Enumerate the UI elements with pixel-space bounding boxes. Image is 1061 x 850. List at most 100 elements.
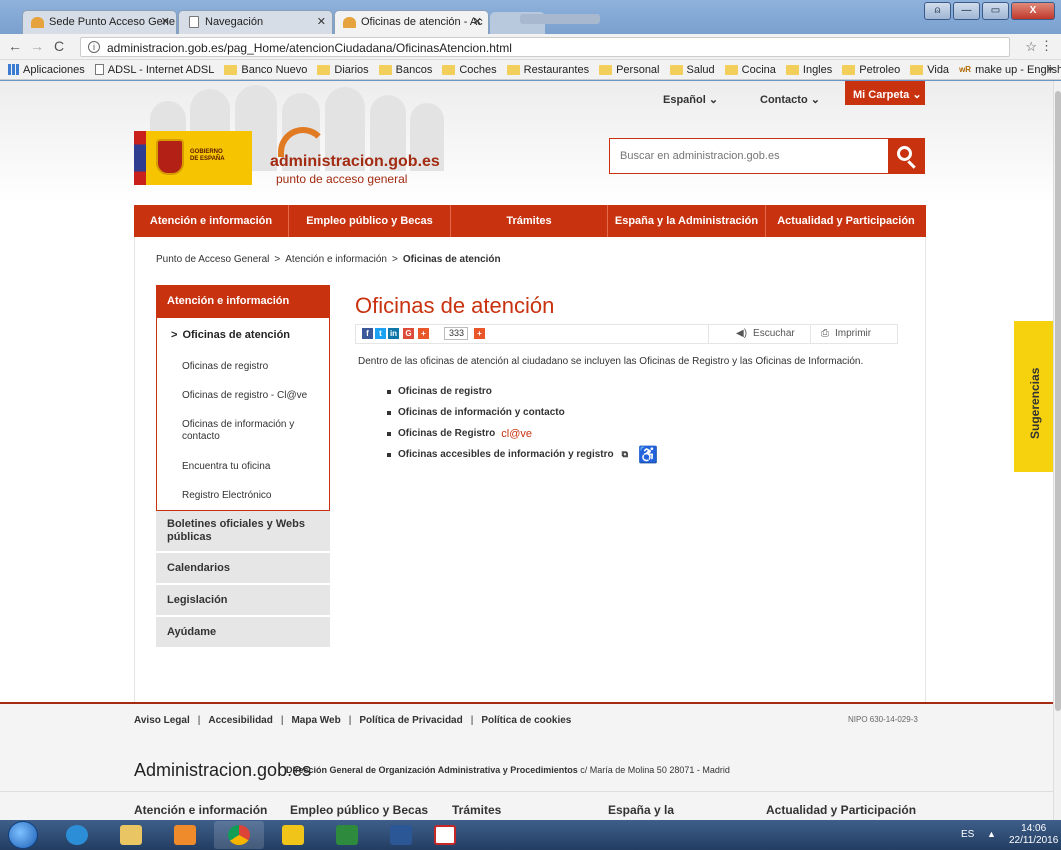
add-share-icon[interactable]: + <box>474 328 485 339</box>
back-icon[interactable]: ← <box>8 38 22 54</box>
footer-nav-espana[interactable]: España y la <box>608 803 674 817</box>
bookmark-item[interactable]: wRmake up - English-Sp <box>959 64 1061 76</box>
close-tab-icon[interactable]: ✕ <box>317 15 326 28</box>
footer-nav-tramites[interactable]: Trámites <box>452 803 501 817</box>
sidebar-item-informacion-contacto[interactable]: Oficinas de información y contacto <box>157 410 329 452</box>
sidebar-item-oficinas-atencion[interactable]: > Oficinas de atención <box>157 318 329 352</box>
bookmark-item[interactable]: Salud <box>669 64 715 76</box>
site-favicon-icon <box>31 17 44 28</box>
sidebar-section-ayudame[interactable]: Ayúdame <box>156 617 330 649</box>
profile-icon[interactable]: ⍝ <box>924 2 951 20</box>
sidebar-item-registro-electronico[interactable]: Registro Electrónico <box>157 481 329 510</box>
taskbar-excel[interactable] <box>322 821 372 849</box>
bookmark-item[interactable]: Cocina <box>724 64 776 76</box>
tray-expand-icon[interactable]: ▲ <box>987 829 996 839</box>
close-tab-icon[interactable]: ✕ <box>473 15 482 28</box>
taskbar-word[interactable] <box>376 821 426 849</box>
bookmark-item[interactable]: Vida <box>910 64 949 76</box>
more-bookmarks-icon[interactable]: » <box>1047 63 1053 75</box>
feedback-tab[interactable]: Sugerencias <box>1014 321 1053 472</box>
bookmark-item[interactable]: Diarios <box>317 64 369 76</box>
footer-nav-actualidad[interactable]: Actualidad y Participación <box>766 803 916 817</box>
government-logo[interactable]: GOBIERNO DE ESPAÑA <box>134 131 252 185</box>
facebook-icon[interactable]: f <box>362 328 373 339</box>
breadcrumb-item[interactable]: Punto de Acceso General <box>156 254 269 265</box>
taskbar-explorer[interactable] <box>106 821 156 849</box>
footer-link-mapa-web[interactable]: Mapa Web <box>291 715 340 726</box>
sidebar-item-oficinas-registro[interactable]: Oficinas de registro <box>157 352 329 381</box>
scrollbar-thumb[interactable] <box>1055 91 1061 711</box>
bookmark-item[interactable]: Bancos <box>378 64 432 76</box>
site-favicon-icon <box>343 17 356 28</box>
nav-empleo[interactable]: Empleo público y Becas <box>289 205 451 237</box>
link-registro-clave[interactable]: Oficinas de Registro cl@ve <box>387 423 658 444</box>
my-folder-button[interactable]: Mi Carpeta ⌄ <box>845 81 925 105</box>
footer-link-aviso-legal[interactable]: Aviso Legal <box>134 715 190 726</box>
footer-nav-empleo[interactable]: Empleo público y Becas <box>290 803 428 817</box>
taskbar-ie[interactable] <box>52 821 102 849</box>
taskbar-chrome[interactable] <box>214 821 264 849</box>
bookmark-item[interactable]: Restaurantes <box>506 64 589 76</box>
sidebar-item-registro-clave[interactable]: Oficinas de registro - Cl@ve <box>157 381 329 410</box>
breadcrumb-item[interactable]: Atención e información <box>285 254 387 265</box>
footer-link-cookies[interactable]: Política de cookies <box>481 715 571 726</box>
maximize-icon[interactable]: ▭ <box>982 2 1009 20</box>
clock[interactable]: 14:06 22/11/2016 <box>1009 823 1058 847</box>
sidebar-section-boletines[interactable]: Boletines oficiales y Webs públicas <box>156 511 330 553</box>
link-oficinas-accesibles[interactable]: Oficinas accesibles de información y reg… <box>387 444 658 465</box>
page-scrollbar[interactable] <box>1053 81 1061 820</box>
nav-tramites[interactable]: Trámites <box>451 205 608 237</box>
minimize-icon[interactable]: — <box>953 2 980 20</box>
folder-icon <box>378 64 392 75</box>
share-count: 333 <box>444 327 469 340</box>
share-plus-icon[interactable]: + <box>418 328 429 339</box>
bookmark-item[interactable]: ADSL - Internet ADSL <box>94 64 214 76</box>
link-informacion-contacto[interactable]: Oficinas de información y contacto <box>387 402 658 423</box>
search-input[interactable] <box>610 139 888 173</box>
footer-link-accesibilidad[interactable]: Accesibilidad <box>208 715 272 726</box>
reload-icon[interactable]: C <box>54 38 64 54</box>
search-button[interactable] <box>888 139 924 173</box>
taskbar-media[interactable] <box>160 821 210 849</box>
bookmark-label: Banco Nuevo <box>241 63 308 76</box>
info-icon[interactable]: i <box>88 41 100 53</box>
sidebar-section-calendarios[interactable]: Calendarios <box>156 553 330 585</box>
bookmark-item[interactable]: Banco Nuevo <box>224 64 307 76</box>
browser-menu-icon[interactable]: ⋮ <box>1040 38 1053 54</box>
contact-link[interactable]: Contacto ⌄ <box>760 93 820 106</box>
bookmark-item[interactable]: Aplicaciones <box>8 64 85 76</box>
footer-navigation: Atención e información Empleo público y … <box>0 792 1053 820</box>
nav-atencion[interactable]: Atención e información <box>134 205 289 237</box>
nav-actualidad[interactable]: Actualidad y Participación <box>766 205 926 237</box>
twitter-icon[interactable]: t <box>375 328 386 339</box>
browser-tab-sede[interactable]: Sede Punto Acceso Gene ✕ <box>22 10 177 34</box>
footer-nav-atencion[interactable]: Atención e información <box>134 803 267 817</box>
print-button[interactable]: ⎙ Imprimir <box>821 325 871 343</box>
listen-button[interactable]: ◀) Escuchar <box>736 325 795 343</box>
taskbar-outlook[interactable] <box>268 821 318 849</box>
google-plus-icon[interactable]: G <box>403 328 414 339</box>
browser-tab-oficinas[interactable]: Oficinas de atención - Ac ✕ <box>334 10 489 34</box>
bookmark-item[interactable]: Coches <box>442 64 497 76</box>
sidebar-item-encuentra-oficina[interactable]: Encuentra tu oficina <box>157 452 329 481</box>
url-input[interactable]: i administracion.gob.es/pag_Home/atencio… <box>80 37 1010 57</box>
sidebar-section-legislacion[interactable]: Legislación <box>156 585 330 617</box>
browser-tab-navegacion[interactable]: Navegación ✕ <box>178 10 333 34</box>
link-oficinas-registro[interactable]: Oficinas de registro <box>387 381 658 402</box>
language-selector[interactable]: Español ⌄ <box>663 93 718 106</box>
bookmark-item[interactable]: Personal <box>599 64 660 76</box>
nav-espana[interactable]: España y la Administración <box>608 205 766 237</box>
linkedin-icon[interactable]: in <box>388 328 399 339</box>
sidebar-section-atencion[interactable]: Atención e información <box>156 285 330 318</box>
start-button-icon[interactable] <box>8 821 38 849</box>
close-window-icon[interactable]: X <box>1011 2 1055 20</box>
forward-icon[interactable]: → <box>30 38 44 54</box>
bookmark-star-icon[interactable]: ☆ <box>1025 39 1037 55</box>
sidebar-submenu: > Oficinas de atención Oficinas de regis… <box>156 318 330 511</box>
footer-link-privacidad[interactable]: Política de Privacidad <box>359 715 462 726</box>
taskbar-acrobat[interactable] <box>420 821 470 849</box>
input-language[interactable]: ES <box>961 829 974 840</box>
bookmark-item[interactable]: Petroleo <box>842 64 900 76</box>
bookmark-item[interactable]: Ingles <box>785 64 832 76</box>
close-tab-icon[interactable]: ✕ <box>161 15 170 28</box>
